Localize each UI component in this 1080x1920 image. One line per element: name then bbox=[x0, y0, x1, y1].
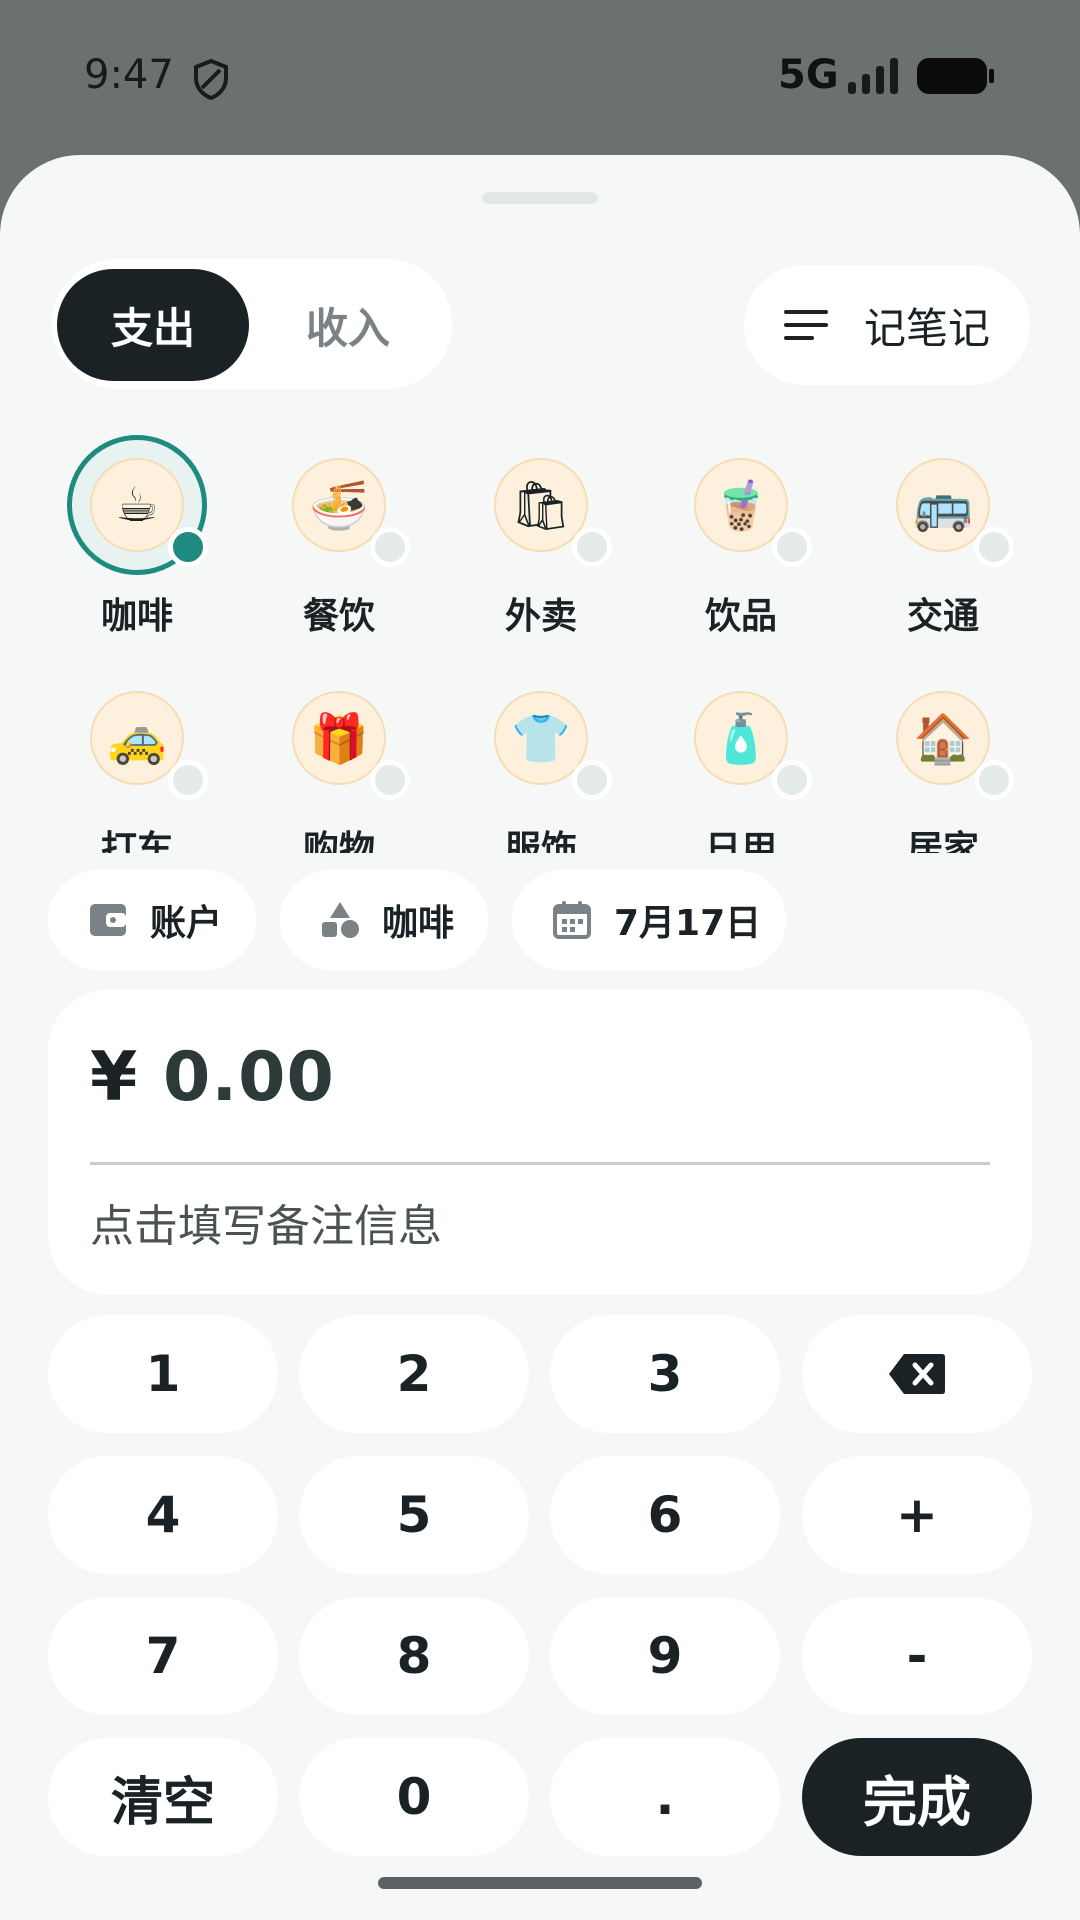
key-dot[interactable]: . bbox=[550, 1738, 780, 1856]
category-dining[interactable]: 🍜 餐饮 bbox=[254, 435, 424, 637]
amount-value: 0.00 bbox=[163, 1038, 335, 1117]
category-clothing[interactable]: 👕 服饰 bbox=[456, 668, 626, 853]
done-button[interactable]: 完成 bbox=[802, 1738, 1032, 1856]
backspace-key[interactable] bbox=[802, 1315, 1032, 1433]
category-coffee[interactable]: ☕ 咖啡 bbox=[52, 435, 222, 637]
tab-income[interactable]: 收入 bbox=[252, 269, 444, 381]
category-daily[interactable]: 🧴 日用 bbox=[656, 668, 826, 853]
category-label: 餐饮 bbox=[302, 596, 375, 637]
signal-icon bbox=[848, 58, 898, 94]
type-segment: 支出 收入 bbox=[52, 259, 452, 389]
key-9[interactable]: 9 bbox=[550, 1597, 780, 1715]
unselected-dot bbox=[974, 760, 1014, 800]
category-label: 居家 bbox=[906, 829, 979, 853]
selected-dot bbox=[168, 527, 208, 567]
key-plus[interactable]: + bbox=[802, 1456, 1032, 1574]
unselected-dot bbox=[572, 760, 612, 800]
battery-icon bbox=[917, 58, 994, 94]
category-label: 购物 bbox=[302, 829, 375, 853]
category-label: 饮品 bbox=[704, 596, 777, 637]
key-minus[interactable]: - bbox=[802, 1597, 1032, 1715]
sheet-grabber[interactable] bbox=[482, 192, 598, 204]
currency-symbol: ¥ bbox=[90, 1038, 139, 1117]
status-time: 9:47 bbox=[84, 52, 174, 98]
key-1[interactable]: 1 bbox=[48, 1315, 278, 1433]
calendar-icon bbox=[553, 901, 591, 939]
unselected-dot bbox=[370, 527, 410, 567]
category-chip-label: 咖啡 bbox=[382, 903, 455, 944]
home-indicator[interactable] bbox=[378, 1877, 702, 1889]
amount-card: ¥ 0.00 点击填写备注信息 bbox=[48, 990, 1032, 1295]
network-type: 5G bbox=[778, 52, 839, 98]
key-2[interactable]: 2 bbox=[299, 1315, 529, 1433]
key-5[interactable]: 5 bbox=[299, 1456, 529, 1574]
category-taxi[interactable]: 🚕 打车 bbox=[52, 668, 222, 853]
note-button[interactable]: 记笔记 bbox=[744, 265, 1030, 385]
account-chip-label: 账户 bbox=[150, 903, 223, 944]
category-grid: ☕ 咖啡 🍜 餐饮 🛍 外卖 🧋 饮品 🚌 交通 🚕 打车 🎁 购物 👕 服饰 … bbox=[0, 435, 1080, 853]
category-label: 咖啡 bbox=[100, 596, 173, 637]
wallet-icon bbox=[90, 904, 126, 936]
unselected-dot bbox=[772, 760, 812, 800]
category-takeout[interactable]: 🛍 外卖 bbox=[456, 435, 626, 637]
key-4[interactable]: 4 bbox=[48, 1456, 278, 1574]
clear-key[interactable]: 清空 bbox=[48, 1738, 278, 1856]
unselected-dot bbox=[168, 760, 208, 800]
note-button-label: 记笔记 bbox=[864, 303, 991, 353]
category-label: 服饰 bbox=[504, 829, 577, 853]
key-0[interactable]: 0 bbox=[299, 1738, 529, 1856]
unselected-dot bbox=[974, 527, 1014, 567]
category-label: 外卖 bbox=[504, 596, 577, 637]
menu-lines-icon bbox=[784, 310, 828, 340]
unselected-dot bbox=[572, 527, 612, 567]
category-transport[interactable]: 🚌 交通 bbox=[858, 435, 1028, 637]
key-6[interactable]: 6 bbox=[550, 1456, 780, 1574]
tab-expense[interactable]: 支出 bbox=[57, 269, 249, 381]
category-shopping[interactable]: 🎁 购物 bbox=[254, 668, 424, 853]
unselected-dot bbox=[772, 527, 812, 567]
category-chip[interactable]: 咖啡 bbox=[280, 870, 488, 970]
key-8[interactable]: 8 bbox=[299, 1597, 529, 1715]
key-3[interactable]: 3 bbox=[550, 1315, 780, 1433]
remark-input[interactable]: 点击填写备注信息 bbox=[90, 1190, 442, 1254]
date-chip-label: 7月17日 bbox=[614, 903, 762, 944]
category-home[interactable]: 🏠 居家 bbox=[858, 668, 1028, 853]
status-bar: 9:47 5G bbox=[0, 0, 1080, 155]
date-chip[interactable]: 7月17日 bbox=[512, 870, 786, 970]
shapes-icon bbox=[322, 902, 359, 938]
shield-icon bbox=[194, 58, 228, 100]
amount-divider bbox=[90, 1162, 990, 1165]
category-drinks[interactable]: 🧋 饮品 bbox=[656, 435, 826, 637]
backspace-icon bbox=[889, 1354, 945, 1394]
unselected-dot bbox=[370, 760, 410, 800]
bookkeeping-sheet: 支出 收入 记笔记 ☕ 咖啡 🍜 餐饮 🛍 外卖 🧋 饮品 🚌 交通 🚕 打车 … bbox=[0, 155, 1080, 1920]
category-label: 日用 bbox=[704, 829, 777, 853]
category-label: 交通 bbox=[906, 596, 979, 637]
key-7[interactable]: 7 bbox=[48, 1597, 278, 1715]
category-label: 打车 bbox=[100, 829, 173, 853]
amount-display[interactable]: ¥ 0.00 bbox=[90, 1038, 335, 1117]
account-chip[interactable]: 账户 bbox=[48, 870, 256, 970]
